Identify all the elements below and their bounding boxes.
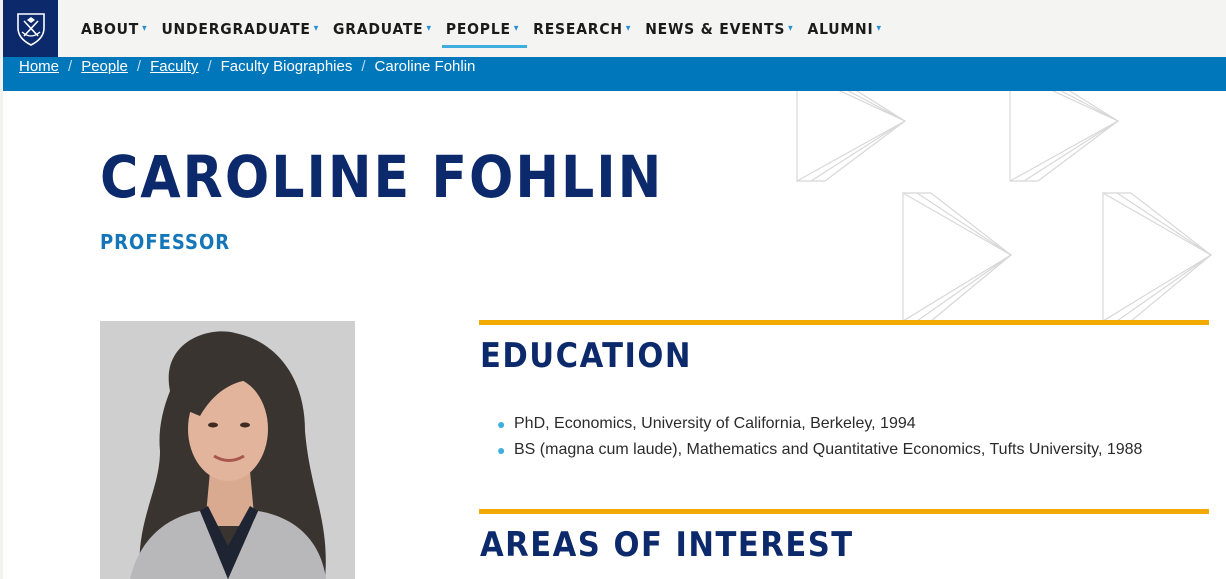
breadcrumb-faculty-link[interactable]: Faculty xyxy=(150,57,198,77)
nav-item-research[interactable]: RESEARCH ▾ xyxy=(533,0,631,57)
nav-label: RESEARCH xyxy=(533,19,623,38)
breadcrumb-separator: / xyxy=(68,58,73,75)
section-divider xyxy=(479,509,1209,514)
breadcrumb-separator: / xyxy=(207,58,212,75)
portrait-photo xyxy=(100,321,355,579)
section-divider xyxy=(479,320,1209,325)
logo[interactable] xyxy=(3,0,58,57)
chevron-down-icon: ▾ xyxy=(876,23,882,34)
breadcrumb-separator: / xyxy=(136,58,142,75)
nav-item-undergraduate[interactable]: UNDERGRADUATE ▾ xyxy=(161,0,319,57)
breadcrumb-home-link[interactable]: Home xyxy=(19,57,59,77)
education-list: ● PhD, Economics, University of Californi… xyxy=(493,411,1142,463)
chevron-down-icon: ▾ xyxy=(788,23,794,34)
breadcrumb-bar: Home / People / Faculty / Faculty Biogra… xyxy=(3,57,1226,91)
breadcrumb-separator: / xyxy=(361,58,366,75)
page-title: CAROLINE FOHLIN xyxy=(100,143,664,211)
nav-label: ABOUT xyxy=(81,19,140,38)
chevron-down-icon: ▾ xyxy=(513,23,520,34)
nav-label: GRADUATE xyxy=(333,19,424,38)
nav-label: ALUMNI xyxy=(807,19,874,38)
education-item: BS (magna cum laude), Mathematics and Qu… xyxy=(514,441,1143,458)
nav-label: NEWS & EVENTS xyxy=(645,19,786,38)
breadcrumb: Home / People / Faculty / Faculty Biogra… xyxy=(19,57,475,77)
bullet-icon: ● xyxy=(497,442,506,458)
nav-item-graduate[interactable]: GRADUATE ▾ xyxy=(333,0,432,57)
list-item: ● BS (magna cum laude), Mathematics and Q… xyxy=(493,437,1142,463)
page: ABOUT ▾ UNDERGRADUATE ▾ GRADUATE ▾ PEOPLE ▾ … xyxy=(3,0,1226,579)
nav-item-news-events[interactable]: NEWS & EVENTS ▾ xyxy=(645,0,793,57)
education-item: PhD, Economics, University of California… xyxy=(514,415,916,432)
areas-of-interest-heading: AREAS OF INTEREST xyxy=(480,525,854,565)
main-nav: ABOUT ▾ UNDERGRADUATE ▾ GRADUATE ▾ PEOPLE ▾ … xyxy=(81,0,896,57)
breadcrumb-faculty-biographies: Faculty Biographies xyxy=(220,58,353,75)
breadcrumb-people-link[interactable]: People xyxy=(81,57,128,77)
nav-item-alumni[interactable]: ALUMNI ▾ xyxy=(808,0,882,57)
decorative-triangles-pattern xyxy=(796,91,1213,323)
top-navigation: ABOUT ▾ UNDERGRADUATE ▾ GRADUATE ▾ PEOPLE ▾ … xyxy=(3,0,1226,57)
nav-item-about[interactable]: ABOUT ▾ xyxy=(81,0,147,57)
chevron-down-icon: ▾ xyxy=(426,23,432,34)
chevron-down-icon: ▾ xyxy=(625,23,632,34)
university-shield-icon xyxy=(16,12,45,46)
chevron-down-icon: ▾ xyxy=(142,23,148,34)
job-title: PROFESSOR xyxy=(100,230,231,254)
chevron-down-icon: ▾ xyxy=(313,23,320,34)
breadcrumb-current-page: Caroline Fohlin xyxy=(374,58,476,75)
education-heading: EDUCATION xyxy=(480,336,692,376)
nav-item-people[interactable]: PEOPLE ▾ xyxy=(441,0,528,57)
faculty-portrait xyxy=(100,321,355,579)
nav-label: UNDERGRADUATE xyxy=(161,19,311,38)
nav-label: PEOPLE xyxy=(445,19,511,38)
list-item: ● PhD, Economics, University of Californi… xyxy=(493,411,1142,437)
bullet-icon: ● xyxy=(497,416,506,432)
